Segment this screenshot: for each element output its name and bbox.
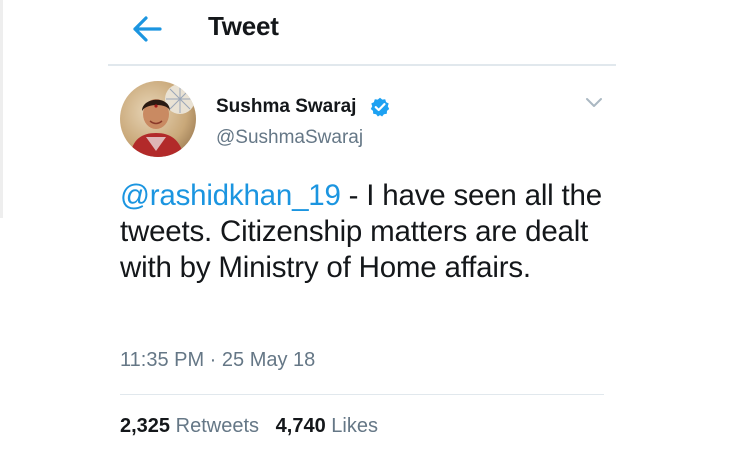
tweet-menu-button[interactable] xyxy=(585,96,603,110)
tweet-stats: 2,325 Retweets 4,740 Likes xyxy=(120,415,378,438)
author-handle[interactable]: @SushmaSwaraj xyxy=(216,127,363,149)
likes-stat[interactable]: 4,740 Likes xyxy=(276,415,378,437)
retweets-stat[interactable]: 2,325 Retweets xyxy=(120,415,259,437)
likes-label: Likes xyxy=(331,415,378,437)
retweets-label: Retweets xyxy=(175,415,259,437)
mention-link[interactable]: @rashidkhan_19 xyxy=(120,179,341,212)
divider xyxy=(120,394,604,395)
author-name[interactable]: Sushma Swaraj xyxy=(216,96,356,118)
avatar[interactable] xyxy=(120,81,196,157)
profile-photo xyxy=(120,81,196,157)
arrow-left-icon xyxy=(133,16,162,42)
left-edge-strip xyxy=(0,0,3,218)
chevron-down-icon xyxy=(586,98,602,107)
tweet-timestamp[interactable]: 11:35 PM · 25 May 18 xyxy=(120,349,315,372)
tweet-card: Sushma Swaraj @SushmaSwaraj @rashidkhan_… xyxy=(108,66,616,450)
tweet-text: @rashidkhan_19 - I have seen all the twe… xyxy=(120,178,610,286)
likes-count: 4,740 xyxy=(275,415,326,437)
back-button[interactable] xyxy=(130,14,164,44)
retweets-count: 2,325 xyxy=(120,415,171,437)
page-title: Tweet xyxy=(208,11,279,41)
tweet-detail-page: Tweet Sushma Swaraj @SushmaSwaraj @rashi… xyxy=(0,0,750,450)
verified-badge-icon xyxy=(370,97,390,117)
header-bar: Tweet xyxy=(108,0,616,66)
